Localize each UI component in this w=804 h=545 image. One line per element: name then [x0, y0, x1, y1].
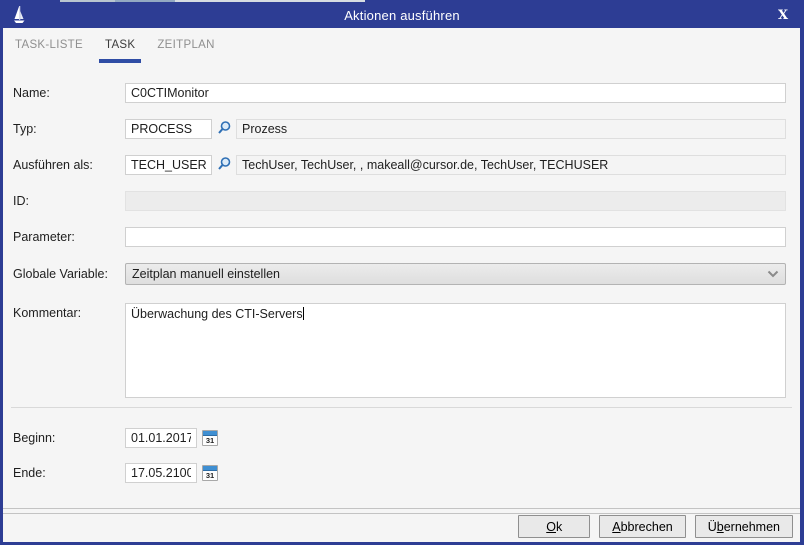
comment-label: Kommentar: — [13, 306, 81, 320]
buttonbar-divider-top — [3, 508, 800, 509]
end-label: Ende: — [13, 466, 46, 480]
title-bar: Aktionen ausführen X — [0, 2, 804, 28]
section-divider — [11, 407, 792, 408]
typ-lookup-search-icon[interactable] — [215, 120, 232, 138]
name-label: Name: — [13, 86, 50, 100]
apply-button[interactable]: Übernehmen — [695, 515, 793, 538]
typ-code-input[interactable] — [125, 119, 212, 139]
text-caret — [303, 307, 304, 320]
id-label: ID: — [13, 194, 29, 208]
global-variable-selected-value: Zeitplan manuell einstellen — [132, 267, 767, 281]
global-variable-label: Globale Variable: — [13, 267, 108, 281]
begin-calendar-icon[interactable]: 31 — [202, 430, 218, 446]
ok-button[interactable]: Ok — [518, 515, 590, 538]
begin-label: Beginn: — [13, 431, 55, 445]
end-date-input[interactable] — [125, 463, 197, 483]
close-icon[interactable]: X — [772, 4, 794, 26]
id-field — [125, 191, 786, 211]
run-as-lookup-search-icon[interactable] — [215, 156, 232, 174]
end-calendar-icon[interactable]: 31 — [202, 465, 218, 481]
run-as-label: Ausführen als: — [13, 158, 93, 172]
dialog-title: Aktionen ausführen — [0, 8, 804, 23]
typ-label: Typ: — [13, 122, 37, 136]
dialog-body: TASK-LISTE TASK ZEITPLAN Name: Typ: Ausf… — [3, 28, 800, 542]
button-bar: Ok Abbrechen Übernehmen — [518, 515, 793, 538]
run-as-code-input[interactable] — [125, 155, 212, 175]
cancel-button[interactable]: Abbrechen — [599, 515, 685, 538]
run-as-description-field — [236, 155, 786, 175]
parameter-input[interactable] — [125, 227, 786, 247]
begin-date-input[interactable] — [125, 428, 197, 448]
dialog-window: Aktionen ausführen X TASK-LISTE TASK ZEI… — [0, 0, 804, 545]
parameter-label: Parameter: — [13, 230, 75, 244]
global-variable-dropdown[interactable]: Zeitplan manuell einstellen — [125, 263, 786, 285]
calendar-day-31: 31 — [203, 471, 217, 480]
tab-task[interactable]: TASK — [99, 33, 141, 63]
tab-task-liste[interactable]: TASK-LISTE — [9, 33, 89, 63]
buttonbar-divider-bottom — [3, 513, 800, 514]
comment-textarea[interactable]: Überwachung des CTI-Servers — [125, 303, 786, 398]
calendar-day-31: 31 — [203, 436, 217, 445]
comment-text: Überwachung des CTI-Servers — [131, 307, 303, 321]
tab-zeitplan[interactable]: ZEITPLAN — [151, 33, 220, 63]
chevron-down-icon — [767, 270, 779, 278]
tab-strip: TASK-LISTE TASK ZEITPLAN — [9, 33, 231, 63]
typ-description-field — [236, 119, 786, 139]
name-input[interactable] — [125, 83, 786, 103]
